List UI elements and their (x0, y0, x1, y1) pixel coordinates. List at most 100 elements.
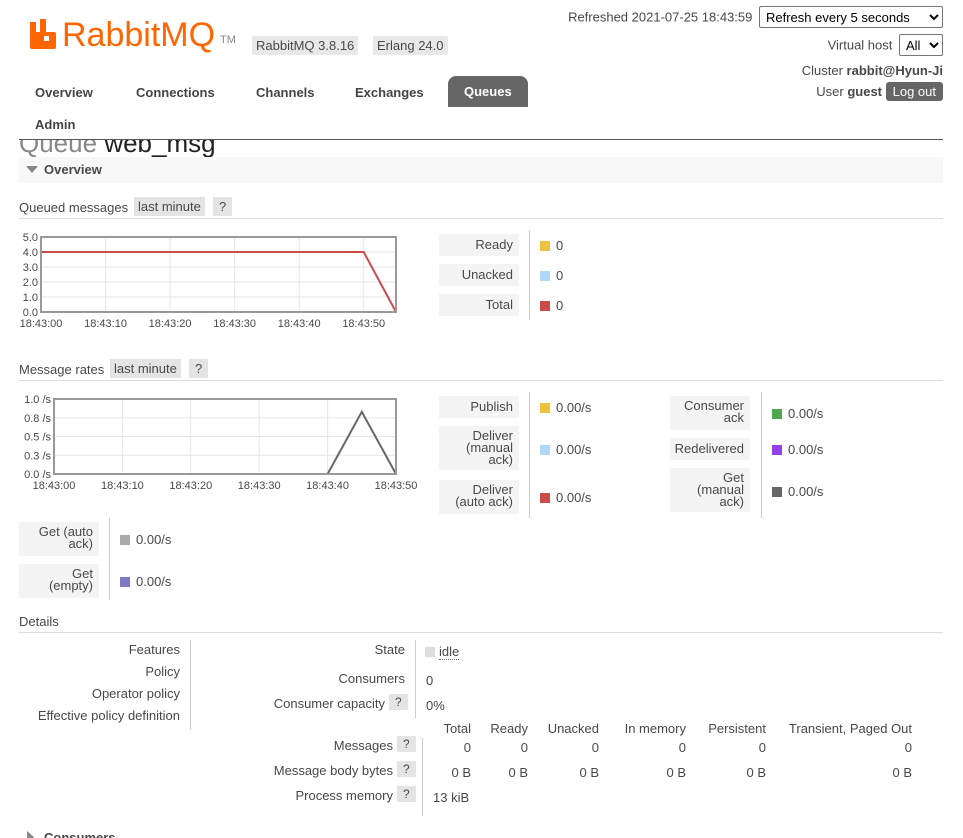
page-title-prefix: Queue (19, 128, 98, 158)
deliver-auto-rate: 0.00/s (556, 490, 592, 505)
queued-chart-x-tick-label: 18:43:40 (278, 318, 321, 330)
rabbit-logo-icon (30, 19, 56, 49)
details-separator-table (422, 738, 423, 816)
operator-policy-label: Operator policy (91, 686, 180, 701)
bytes-ready: 0 B (508, 765, 528, 780)
details-header: Details (19, 611, 943, 633)
legend-redelivered-value: 0.00/s (772, 442, 823, 457)
queued-chart-y-tick-label: 1.0 (23, 292, 38, 304)
process-memory-help-button[interactable]: ? (397, 786, 416, 802)
details-separator-state (415, 640, 416, 718)
message-rates-header: Message rates last minute ? (19, 359, 943, 381)
queued-chart-x-tick-label: 18:43:50 (342, 318, 385, 330)
page-title: Queue web_msg (19, 128, 216, 159)
rates-chart-y-tick-label: 0.3 /s (24, 450, 51, 462)
queued-messages-help-button[interactable]: ? (213, 197, 233, 216)
rates-chart-x-tick-label: 18:43:40 (306, 480, 349, 492)
legend-deliver-auto-label: Deliver (auto ack) (439, 480, 519, 514)
page-title-queue-name: web_msg (104, 128, 216, 158)
col-transient-paged-out: Transient, Paged Out (788, 721, 912, 736)
deliver-auto-swatch (540, 493, 550, 503)
consumer-ack-rate: 0.00/s (788, 406, 824, 421)
queued-chart-plot-frame (40, 236, 397, 313)
state-text[interactable]: idle (439, 644, 460, 660)
features-label: Features (128, 642, 180, 657)
ready-count: 0 (556, 238, 564, 253)
legend-deliver-manual-label: Deliver (manual ack) (439, 426, 519, 470)
message-rates-help-button[interactable]: ? (189, 359, 209, 378)
tab-exchanges[interactable]: Exchanges (355, 85, 424, 100)
bytes-total: 0 B (451, 765, 471, 780)
user-label: User (816, 84, 844, 99)
col-unacked: Unacked (547, 721, 599, 736)
queued-chart-y-tick-label: 2.0 (23, 277, 38, 289)
unacked-swatch (540, 271, 550, 281)
rates-chart-x-tick-label: 18:43:10 (101, 480, 144, 492)
legend-get-empty-label: Get (empty) (19, 564, 99, 598)
get-manual-rate: 0.00/s (788, 484, 824, 499)
legend-ready-label: Ready (439, 234, 519, 256)
legend-get-empty-value: 0.00/s (120, 574, 171, 589)
message-body-bytes-help-button[interactable]: ? (397, 761, 416, 777)
col-in-memory: In memory (624, 721, 686, 736)
queued-chart-x-tick-label: 18:43:00 (20, 318, 63, 330)
messages-unacked: 0 (591, 740, 599, 755)
get-empty-rate: 0.00/s (136, 574, 172, 589)
queued-messages-header: Queued messages last minute ? (19, 197, 943, 219)
legend-publish-label: Publish (439, 396, 519, 418)
deliver-manual-rate: 0.00/s (556, 442, 592, 457)
rabbitmq-version-badge: RabbitMQ 3.8.16 (252, 36, 359, 55)
legend-get-auto-label: Get (auto ack) (19, 522, 99, 556)
queued-chart-x-tick-label: 18:43:30 (213, 318, 256, 330)
col-ready: Ready (490, 721, 528, 736)
user-row: User guest Log out (816, 82, 943, 101)
tab-queues[interactable]: Queues (448, 76, 528, 107)
tab-connections[interactable]: Connections (136, 85, 215, 100)
virtual-host-label: Virtual host (827, 37, 893, 53)
messages-row-label: Messages (333, 738, 393, 753)
consumer-capacity-help-button[interactable]: ? (389, 694, 408, 710)
user-name: guest (847, 84, 882, 99)
rates-legend-separator-bottom (109, 518, 110, 600)
tab-divider (19, 139, 943, 140)
erlang-version-badge: Erlang 24.0 (373, 36, 448, 55)
section-consumers-header[interactable]: Consumers (19, 826, 943, 838)
rates-chart-x-tick-label: 18:43:30 (238, 480, 281, 492)
effective-policy-label: Effective policy definition (37, 708, 180, 723)
messages-total: 0 (463, 740, 471, 755)
collapse-triangle-icon (26, 166, 38, 173)
process-memory-value: 13 kiB (433, 790, 470, 805)
queued-messages-range-button[interactable]: last minute (134, 197, 205, 216)
consumer-capacity-label: Consumer capacity (273, 696, 385, 711)
total-swatch (540, 301, 550, 311)
bytes-unacked: 0 B (579, 765, 599, 780)
legend-redelivered-label: Redelivered (670, 438, 750, 460)
deliver-manual-swatch (540, 445, 550, 455)
messages-ready: 0 (520, 740, 528, 755)
messages-transient: 0 (904, 740, 912, 755)
virtual-host-row: Virtual host All (828, 34, 943, 56)
tab-overview[interactable]: Overview (35, 85, 93, 100)
refreshed-timestamp: Refreshed 2021-07-25 18:43:59 (568, 9, 753, 25)
legend-get-manual-label: Get (manual ack) (670, 468, 750, 512)
queued-messages-chart: 5.04.03.02.01.00.018:43:00 18:43:10 18:43:… (20, 232, 397, 330)
message-rates-range-button[interactable]: last minute (110, 359, 181, 378)
logout-button[interactable]: Log out (885, 82, 943, 101)
logo-tm: TM (220, 34, 236, 46)
rates-chart-x-tick-label: 18:43:00 (33, 480, 76, 492)
process-memory-label: Process memory (295, 788, 393, 803)
tab-channels[interactable]: Channels (256, 85, 315, 100)
expand-triangle-icon (27, 831, 34, 838)
virtual-host-select[interactable]: All (899, 34, 943, 56)
refresh-interval-select[interactable]: Refresh every 5 seconds (759, 6, 943, 28)
publish-rate: 0.00/s (556, 400, 592, 415)
messages-help-button[interactable]: ? (397, 736, 416, 752)
state-label: State (374, 642, 405, 657)
unacked-count: 0 (556, 268, 564, 283)
queued-chart-y-tick-label: 3.0 (23, 262, 38, 274)
tab-admin[interactable]: Admin (35, 117, 75, 132)
section-overview-header[interactable]: Overview (19, 157, 943, 183)
legend-deliver-manual-value: 0.00/s (540, 442, 591, 457)
rates-chart-x-tick-label: 18:43:20 (169, 480, 212, 492)
rates-chart-y-tick-label: 0.5 /s (24, 432, 51, 444)
